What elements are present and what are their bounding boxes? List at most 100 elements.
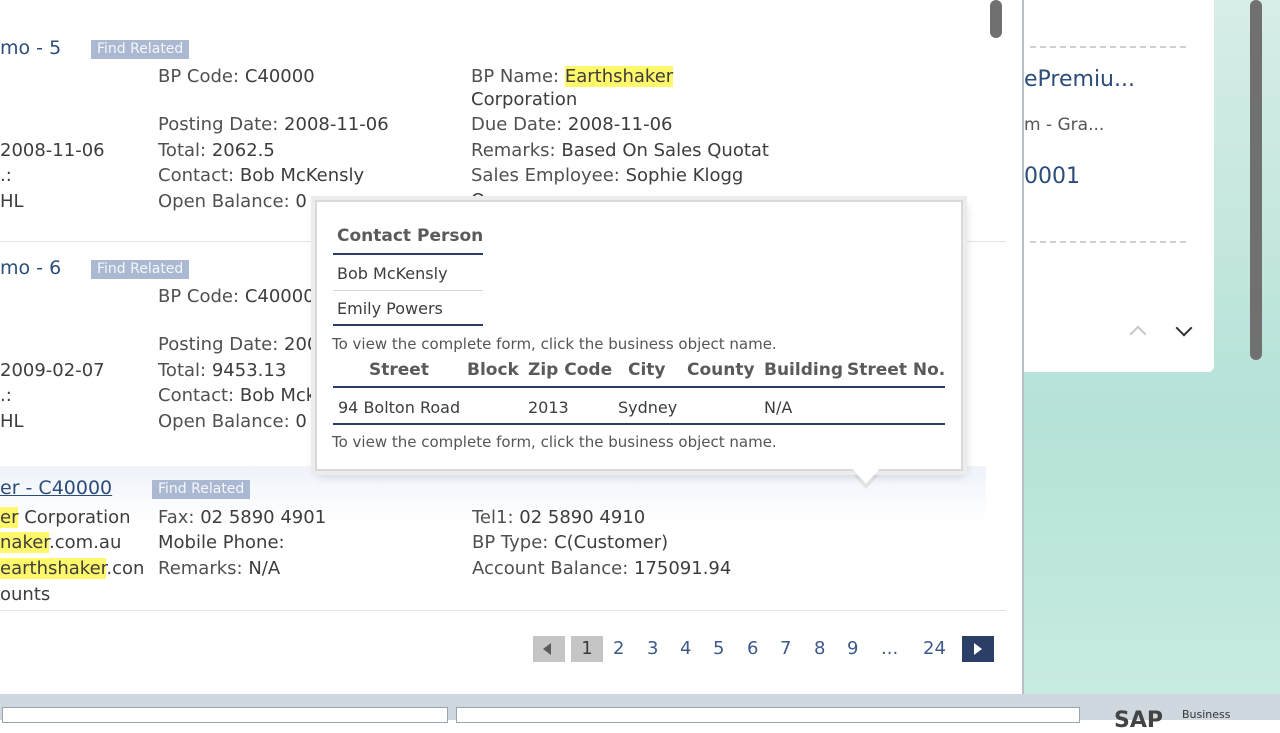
page-9-button[interactable]: 9 [847, 636, 858, 662]
left-date-value: 2009-02-07 [0, 360, 105, 381]
field-value: C(Customer) [554, 532, 669, 553]
bp-accounts-fragment: ounts [0, 584, 51, 605]
left-date-value: 2008-11-06 [0, 140, 105, 161]
page-7-button[interactable]: 7 [780, 636, 791, 662]
field-label: Open Balance: [158, 191, 290, 212]
field-value: .con [106, 558, 145, 579]
record-title-link[interactable]: mo - 5 [0, 37, 61, 59]
dashed-divider [1030, 241, 1186, 243]
highlighted-term: Earthshaker [564, 66, 674, 87]
address-street-cell: 94 Bolton Road [338, 398, 461, 417]
field-label: Contact: [158, 385, 235, 406]
field-value: 200 [284, 334, 319, 355]
table-end-rule [333, 423, 945, 425]
page-2-button[interactable]: 2 [613, 636, 624, 662]
field-value: 175091.94 [634, 558, 732, 579]
popup-pointer-inner [850, 466, 882, 484]
column-header-street: Street [369, 360, 429, 380]
field-label: Total: [158, 140, 207, 161]
field-label: Contact: [158, 165, 235, 186]
tel1-field: Tel1: 02 5890 4910 [472, 507, 645, 528]
field-value: Corporation [18, 507, 131, 528]
field-value: 2062.5 [211, 140, 275, 161]
dashed-divider [1030, 46, 1186, 48]
left-fragment: HL [0, 411, 24, 432]
sap-business-label: Business [1182, 708, 1231, 721]
remarks-field: Remarks: Based On Sales Quotat [471, 140, 769, 161]
field-label: Remarks: [158, 558, 243, 579]
column-header-block: Block [467, 360, 519, 380]
open-balance-field: Open Balance: 0 [158, 411, 307, 432]
taskbar-tab[interactable] [456, 707, 1080, 723]
address-city-cell: Sydney [618, 398, 678, 417]
field-label: Posting Date: [158, 334, 279, 355]
field-label: Tel1: [472, 507, 514, 528]
results-scrollbar[interactable] [986, 0, 1006, 694]
popup-hint: To view the complete form, click the bus… [332, 335, 777, 353]
business-partner-title-link[interactable]: er - C40000 [0, 477, 112, 499]
highlighted-term: naker [0, 532, 50, 553]
field-label: BP Name: [471, 66, 560, 87]
field-label: Total: [158, 360, 207, 381]
right-panel-scrollbar-thumb[interactable] [1250, 0, 1262, 360]
posting-date-field: Posting Date: 200 [158, 334, 318, 355]
highlighted-term: earthshaker [0, 558, 107, 579]
popup-hint: To view the complete form, click the bus… [332, 433, 777, 451]
page-4-button[interactable]: 4 [680, 636, 691, 662]
bp-name-continuation: Corporation [471, 89, 578, 110]
results-divider [0, 610, 1006, 611]
results-scrollbar-thumb[interactable] [990, 0, 1002, 38]
field-value: .com.au [49, 532, 122, 553]
contact-person-header: Contact Person [337, 226, 484, 246]
field-label: Due Date: [471, 114, 563, 135]
due-date-field: Due Date: 2008-11-06 [471, 114, 673, 135]
page-last-button[interactable]: 24 [923, 636, 946, 662]
contact-field: Contact: Bob McKensly [158, 165, 364, 186]
field-label: BP Code: [158, 66, 240, 87]
field-value: C40000 [244, 66, 315, 87]
field-value: 02 5890 4910 [519, 507, 646, 528]
field-value: Based On Sales Quotat [561, 140, 769, 161]
page-3-button[interactable]: 3 [647, 636, 658, 662]
column-header-street-no: Street No. [847, 360, 946, 380]
field-value: 2008-11-06 [567, 114, 673, 135]
field-value: Bob Mck [239, 385, 317, 406]
find-related-button[interactable]: Find Related [91, 260, 190, 279]
page-8-button[interactable]: 8 [814, 636, 825, 662]
posting-date-field: Posting Date: 2008-11-06 [158, 114, 389, 135]
list-end-rule [333, 324, 483, 326]
column-header-building: Building [764, 360, 843, 380]
field-label: Remarks: [471, 140, 556, 161]
taskbar-tab[interactable] [2, 707, 448, 723]
field-value: 02 5890 4901 [200, 507, 327, 528]
right-panel-title-link[interactable]: ePremiu... [1024, 67, 1135, 92]
contact-person-popup: Contact Person Bob McKensly Emily Powers… [315, 200, 963, 471]
open-balance-field: Open Balance: 0 [158, 191, 307, 212]
mobile-phone-field: Mobile Phone: [158, 532, 285, 553]
right-panel-id-link[interactable]: 0001 [1024, 164, 1080, 189]
contact-person-item[interactable]: Emily Powers [337, 299, 443, 318]
previous-page-button[interactable] [533, 636, 565, 662]
page-6-button[interactable]: 6 [747, 636, 758, 662]
field-label: Sales Employee: [471, 165, 620, 186]
field-label: Posting Date: [158, 114, 279, 135]
fax-field: Fax: 02 5890 4901 [158, 507, 326, 528]
total-field: Total: 9453.13 [158, 360, 286, 381]
field-value: 0 [295, 191, 307, 212]
page-1-button[interactable]: 1 [571, 636, 603, 662]
highlighted-term: er [0, 507, 19, 528]
record-title-link[interactable]: mo - 6 [0, 257, 61, 279]
find-related-button[interactable]: Find Related [91, 40, 190, 59]
contact-person-item[interactable]: Bob McKensly [337, 264, 448, 283]
table-header-rule [333, 386, 945, 388]
bp-website-value: naker.com.au [0, 532, 121, 553]
contact-field: Contact: Bob Mck [158, 385, 316, 406]
right-panel-subtitle: m - Gra... [1024, 115, 1105, 135]
field-value: 2008-11-06 [284, 114, 389, 135]
account-balance-field: Account Balance: 175091.94 [472, 558, 731, 579]
page-5-button[interactable]: 5 [713, 636, 724, 662]
column-header-city: City [628, 360, 666, 380]
find-related-button[interactable]: Find Related [152, 480, 251, 499]
address-zip-cell: 2013 [528, 398, 569, 417]
sap-logo: SAP [1114, 708, 1163, 733]
